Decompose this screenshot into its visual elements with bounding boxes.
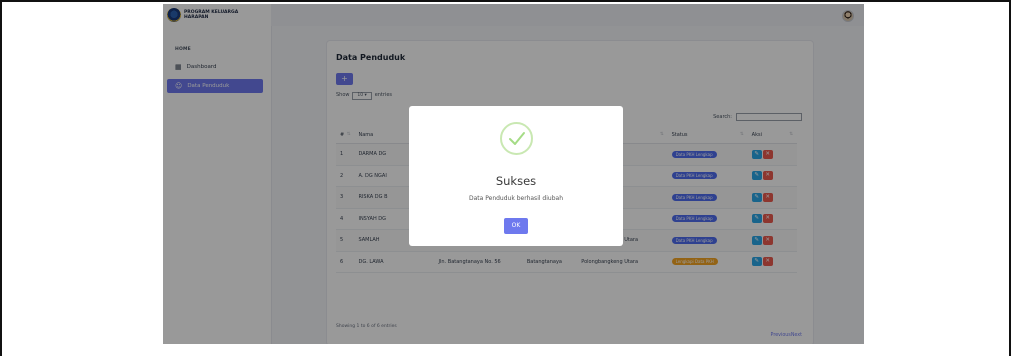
dialog-message: Data Penduduk berhasil diubah <box>468 195 563 202</box>
dialog-title: Sukses <box>495 174 537 188</box>
success-check-icon <box>500 122 533 155</box>
success-dialog: Sukses Data Penduduk berhasil diubah OK <box>409 106 623 246</box>
ok-button[interactable]: OK <box>504 218 528 234</box>
check-mark-icon <box>509 132 525 145</box>
